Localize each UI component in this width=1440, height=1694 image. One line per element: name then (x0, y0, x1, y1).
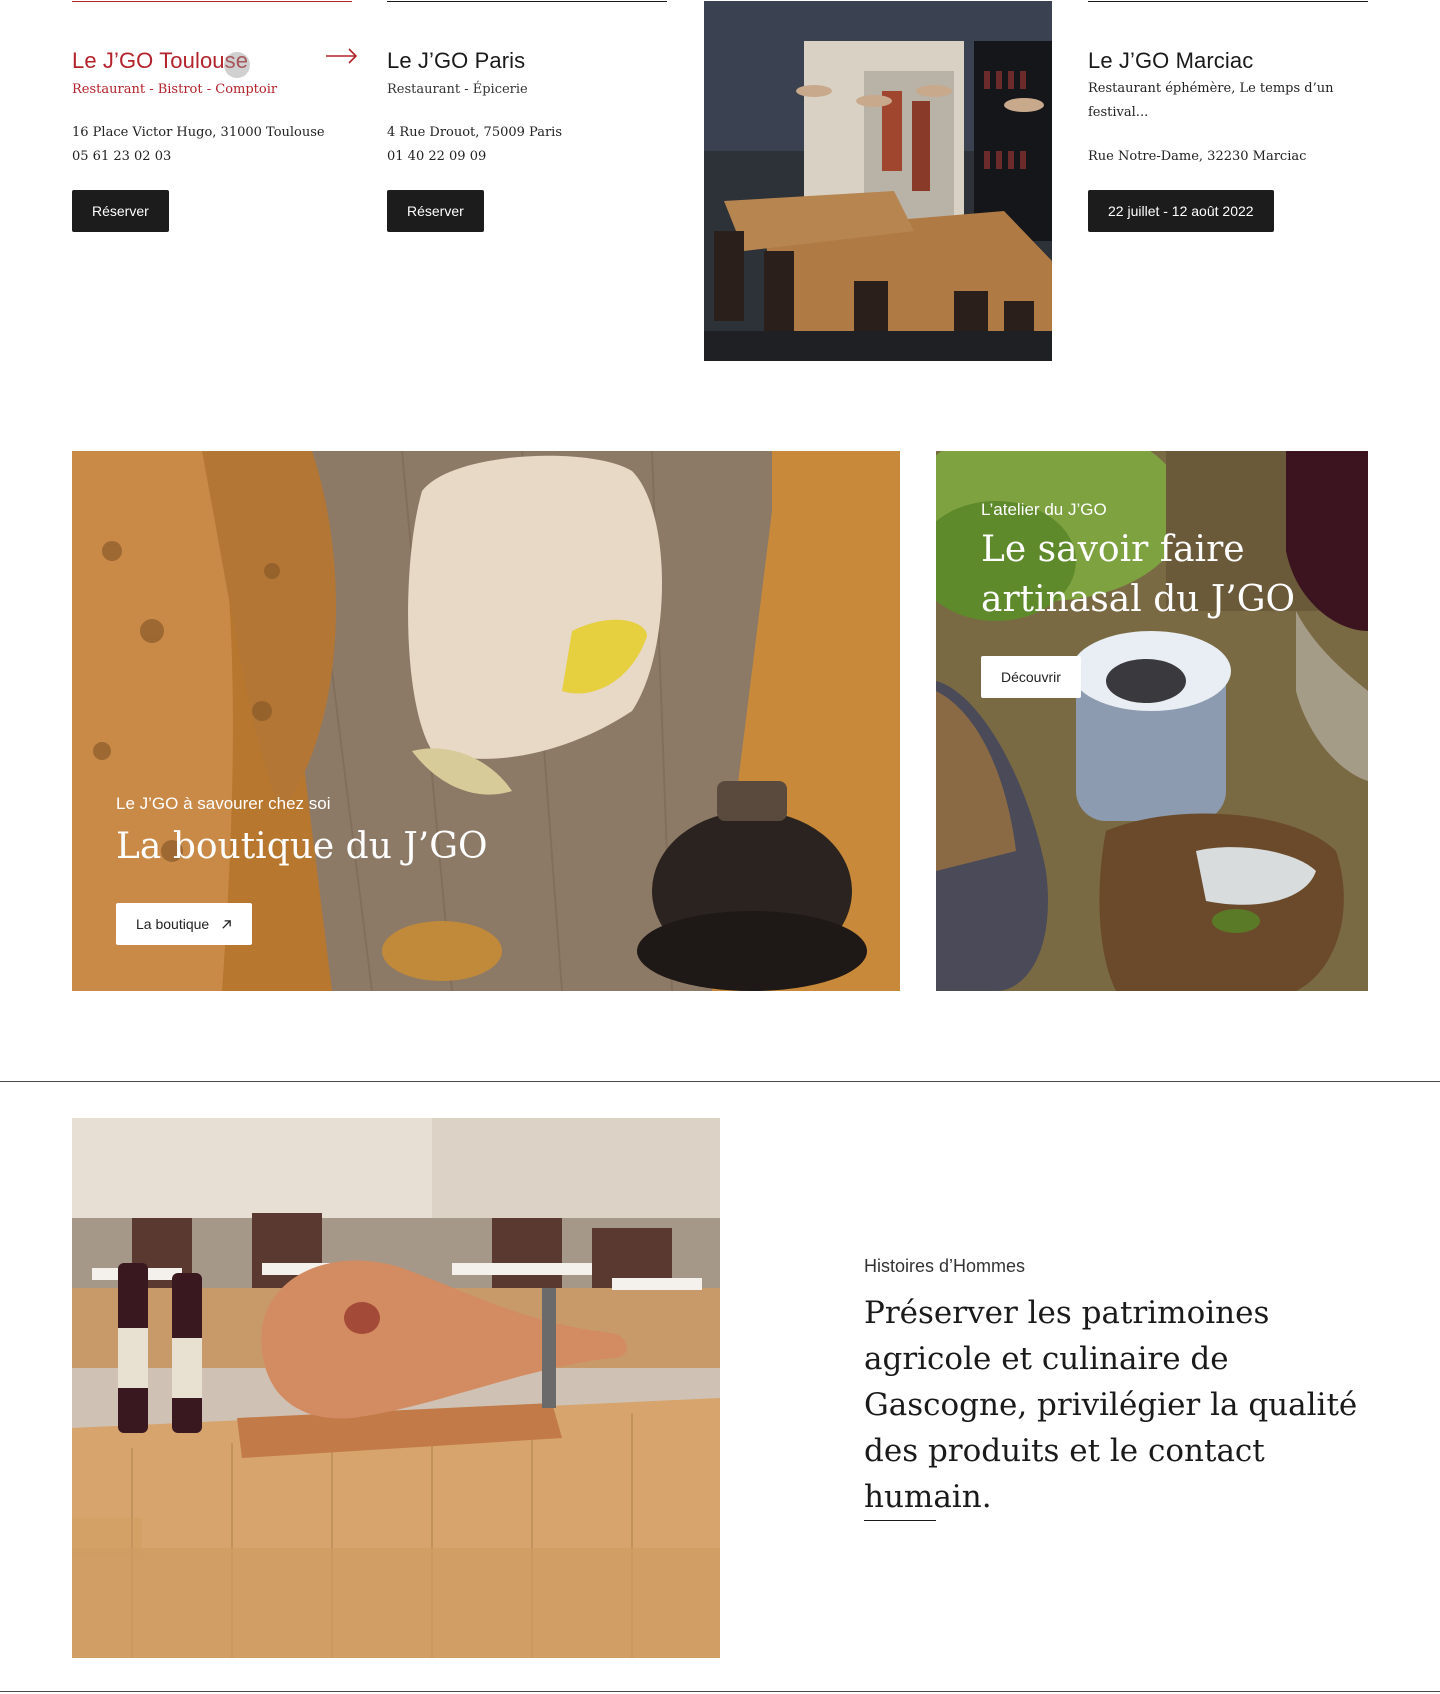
section-divider-top (0, 1081, 1440, 1082)
atelier-title-line2[interactable]: artinasal du J’GO (981, 575, 1295, 625)
arrow-right-icon[interactable] (326, 46, 358, 66)
atelier-title-line1[interactable]: Le savoir faire (981, 525, 1245, 575)
card-top-rule (387, 1, 667, 2)
restaurant-interior-photo (704, 1, 1052, 361)
restaurant-phone[interactable]: 05 61 23 02 03 (72, 146, 171, 168)
atelier-eyebrow: L’atelier du J’GO (981, 500, 1107, 519)
reserve-button[interactable]: Réserver (72, 190, 169, 232)
restaurant-name[interactable]: Le J’GO Toulouse (72, 48, 248, 74)
discover-button[interactable]: Découvrir (981, 656, 1081, 698)
restaurant-address: 16 Place Victor Hugo, 31000 Toulouse (72, 125, 325, 140)
restaurant-phone[interactable]: 01 40 22 09 09 (387, 146, 486, 168)
restaurant-name[interactable]: Le J’GO Marciac (1088, 48, 1253, 74)
boutique-button[interactable]: La boutique (116, 903, 253, 946)
dates-button[interactable]: 22 juillet - 12 août 2022 (1088, 190, 1274, 232)
restaurant-name[interactable]: Le J’GO Paris (387, 48, 525, 74)
restaurant-tags-line1: Restaurant éphémère, Le temps d’un (1088, 81, 1334, 96)
cursor-hover-indicator (224, 52, 250, 78)
story-underline (864, 1520, 936, 1521)
restaurant-tags: Restaurant - Épicerie (387, 82, 528, 97)
ham-photo (72, 1118, 720, 1658)
external-arrow-icon (221, 904, 232, 946)
restaurant-address: 4 Rue Drouot, 75009 Paris (387, 125, 562, 140)
restaurant-tags-line2: festival... (1088, 105, 1149, 120)
reserve-button[interactable]: Réserver (387, 190, 484, 232)
boutique-eyebrow: Le J’GO à savourer chez soi (116, 794, 331, 813)
story-eyebrow: Histoires d’Hommes (864, 1256, 1026, 1276)
card-top-rule (72, 1, 352, 2)
story-quote: Préserver les patrimoines agricole et cu… (864, 1295, 1358, 1515)
boutique-title[interactable]: La boutique du J’GO (116, 822, 488, 872)
card-top-rule (1088, 1, 1368, 2)
section-divider-bottom (0, 1691, 1440, 1692)
boutique-text: Le J’GO à savourer chez soi (116, 794, 330, 814)
restaurant-tags: Restaurant - Bistrot - Comptoir (72, 82, 278, 97)
restaurant-address: Rue Notre-Dame, 32230 Marciac (1088, 149, 1307, 164)
boutique-button-label: La boutique (136, 916, 210, 932)
